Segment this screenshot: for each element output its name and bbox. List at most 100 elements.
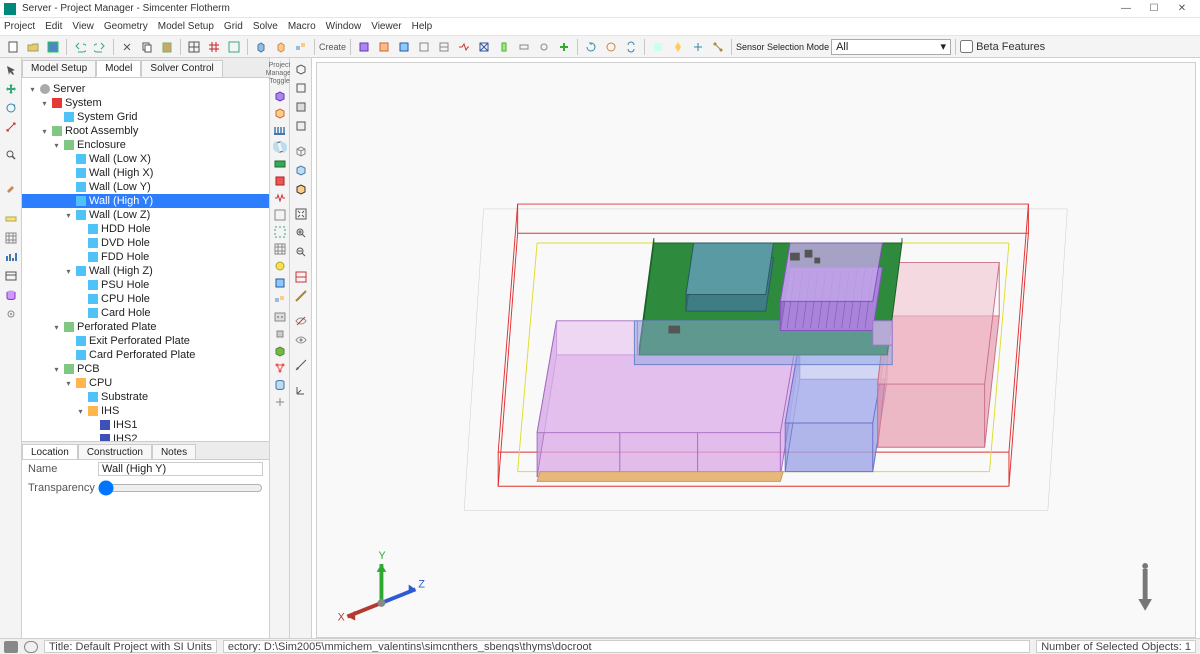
tree-toggle-icon[interactable]: ▾	[40, 127, 49, 136]
tb-rotate[interactable]	[602, 38, 620, 56]
ptab-location[interactable]: Location	[22, 444, 78, 459]
tree-row[interactable]: PSU Hole	[22, 278, 269, 292]
tree-row[interactable]: ▾Wall (High Z)	[22, 264, 269, 278]
vt-table[interactable]	[3, 268, 19, 284]
vw-section[interactable]	[294, 289, 308, 306]
vw-shaded-edges[interactable]	[294, 182, 308, 199]
tb-c8[interactable]	[495, 38, 513, 56]
vt-db[interactable]	[3, 287, 19, 303]
tb-grid3[interactable]	[225, 38, 243, 56]
tree-row[interactable]: HDD Hole	[22, 222, 269, 236]
vt-zoom[interactable]	[3, 147, 19, 163]
tb-c9[interactable]	[515, 38, 533, 56]
tb-c5[interactable]	[435, 38, 453, 56]
tb-grid2[interactable]	[205, 38, 223, 56]
vt-move[interactable]	[3, 81, 19, 97]
mt-source[interactable]	[272, 173, 288, 188]
prop-transparency-slider[interactable]	[98, 480, 263, 496]
mt-perforated[interactable]	[272, 309, 288, 324]
ptab-notes[interactable]: Notes	[152, 444, 196, 459]
mt-pcb[interactable]	[272, 156, 288, 171]
tb-cut[interactable]	[118, 38, 136, 56]
tree-row[interactable]: Wall (Low X)	[22, 152, 269, 166]
tree-row[interactable]: CPU Hole	[22, 292, 269, 306]
menu-view[interactable]: View	[72, 21, 94, 32]
tree-row[interactable]: ▾Server	[22, 82, 269, 96]
tree-toggle-icon[interactable]: ▾	[52, 365, 61, 374]
vw-measure[interactable]	[294, 358, 308, 375]
mt-collapsedobj[interactable]	[272, 326, 288, 341]
tb-undo[interactable]	[71, 38, 89, 56]
mt-volume[interactable]	[272, 343, 288, 358]
tb-cube2[interactable]	[272, 38, 290, 56]
tree-row[interactable]: ▾PCB	[22, 362, 269, 376]
tree-toggle-icon[interactable]: ▾	[52, 141, 61, 150]
menu-solve[interactable]: Solve	[253, 21, 278, 32]
tree-row[interactable]: ▾Enclosure	[22, 138, 269, 152]
mt-monitor[interactable]	[272, 258, 288, 273]
tab-model-setup[interactable]: Model Setup	[22, 60, 96, 77]
vt-rotate[interactable]	[3, 100, 19, 116]
prop-name-field[interactable]: Wall (High Y)	[98, 462, 263, 476]
tree-row[interactable]: ▾Root Assembly	[22, 124, 269, 138]
tb-c1[interactable]	[355, 38, 373, 56]
tree-toggle-icon[interactable]: ▾	[64, 379, 73, 388]
3d-viewport[interactable]: Z Y X	[316, 62, 1196, 638]
vw-wireframe[interactable]	[294, 144, 308, 161]
tb-d1[interactable]	[649, 38, 667, 56]
tree-row[interactable]: ▾System	[22, 96, 269, 110]
menu-macro[interactable]: Macro	[288, 21, 316, 32]
sensor-mode-select[interactable]: All▾	[831, 39, 951, 55]
tree-row[interactable]: Wall (High Y)	[22, 194, 269, 208]
vt-chart[interactable]	[3, 249, 19, 265]
vt-scale[interactable]	[3, 119, 19, 135]
vw-persp[interactable]	[294, 62, 308, 79]
tb-cube1[interactable]	[252, 38, 270, 56]
mt-more[interactable]	[272, 394, 288, 409]
vt-pointer[interactable]	[3, 62, 19, 78]
tree-row[interactable]: ▾CPU	[22, 376, 269, 390]
vw-zoom-out[interactable]	[294, 245, 308, 262]
tree-toggle-icon[interactable]: ▾	[52, 323, 61, 332]
menu-help[interactable]: Help	[412, 21, 433, 32]
vw-fit[interactable]	[294, 207, 308, 224]
mt-resistance[interactable]	[272, 190, 288, 205]
vt-gear[interactable]	[3, 306, 19, 322]
tree-row[interactable]: ▾Wall (Low Z)	[22, 208, 269, 222]
vw-hide[interactable]	[294, 314, 308, 331]
menu-grid[interactable]: Grid	[224, 21, 243, 32]
vw-front[interactable]	[294, 100, 308, 117]
vw-coord[interactable]	[294, 383, 308, 400]
vt-ruler[interactable]	[3, 211, 19, 227]
vt-grid[interactable]	[3, 230, 19, 246]
tb-d3[interactable]	[689, 38, 707, 56]
tab-model[interactable]: Model	[96, 60, 141, 77]
mt-cuboid[interactable]	[272, 88, 288, 103]
tb-c7[interactable]	[475, 38, 493, 56]
tb-new[interactable]	[4, 38, 22, 56]
tree-row[interactable]: System Grid	[22, 110, 269, 124]
vw-side[interactable]	[294, 119, 308, 136]
tree-row[interactable]: ▾Perforated Plate	[22, 320, 269, 334]
mt-assembly[interactable]	[272, 292, 288, 307]
model-tree[interactable]: ▾Server▾SystemSystem Grid▾Root Assembly▾…	[22, 78, 269, 441]
tree-row[interactable]: IHS1	[22, 418, 269, 432]
menu-window[interactable]: Window	[326, 21, 362, 32]
tree-row[interactable]: IHS2	[22, 432, 269, 441]
tb-c6[interactable]	[455, 38, 473, 56]
tree-row[interactable]: Exit Perforated Plate	[22, 334, 269, 348]
close-button[interactable]: ✕	[1168, 1, 1196, 17]
tree-row[interactable]: DVD Hole	[22, 236, 269, 250]
tb-open[interactable]	[24, 38, 42, 56]
tb-d4[interactable]	[709, 38, 727, 56]
ptab-construction[interactable]: Construction	[78, 444, 152, 459]
vw-clip[interactable]	[294, 270, 308, 287]
tb-d2[interactable]	[669, 38, 687, 56]
tree-toggle-icon[interactable]: ▾	[28, 85, 37, 94]
maximize-button[interactable]: ☐	[1140, 1, 1168, 17]
tb-copy[interactable]	[138, 38, 156, 56]
mt-fan[interactable]	[272, 139, 288, 154]
mt-prism[interactable]	[272, 105, 288, 120]
tree-row[interactable]: Wall (Low Y)	[22, 180, 269, 194]
vw-shaded[interactable]	[294, 163, 308, 180]
